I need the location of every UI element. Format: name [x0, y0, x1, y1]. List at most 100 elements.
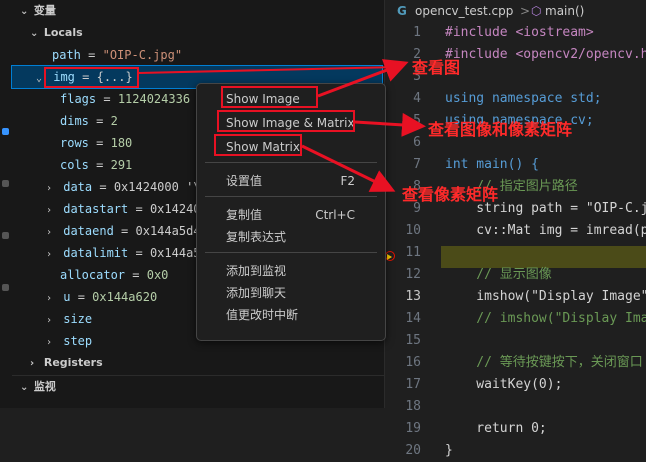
line-number: 5	[413, 113, 421, 128]
highlight-box-show-image-matrix	[217, 110, 355, 132]
variable-equals: =	[128, 202, 150, 216]
chevron-right-icon: ›	[46, 227, 53, 238]
code-line[interactable]: // 显示图像	[445, 264, 552, 286]
watch-title: 监视	[33, 380, 56, 393]
menu-label: 值更改时中断	[226, 308, 299, 322]
variable-equals: =	[92, 180, 114, 194]
variable-name: flags	[60, 92, 97, 106]
chevron-right-icon: ›	[46, 205, 53, 216]
variable-equals: =	[88, 158, 111, 172]
menu-shortcut: F2	[340, 174, 355, 188]
menu-separator	[205, 196, 377, 197]
variable-value: 0x0	[146, 268, 169, 282]
variable-equals: =	[113, 224, 136, 238]
code-line[interactable]: int main() {	[445, 154, 539, 176]
variable-value: 0x144a5d4	[135, 224, 201, 238]
registers-scope[interactable]: › Registers	[12, 352, 402, 374]
line-number: 6	[413, 135, 421, 150]
breadcrumb: G opencv_test.cpp > ⬡ main()	[385, 0, 646, 22]
chevron-right-icon: ›	[46, 337, 53, 348]
code-line[interactable]: return 0;	[445, 418, 546, 440]
variable-value: 0x144a5	[149, 246, 201, 260]
variable-equals: =	[70, 290, 93, 304]
menu-item-copy-expression[interactable]: 复制表达式	[197, 226, 385, 248]
activity-icon-extensions[interactable]	[2, 180, 9, 187]
variable-name: path	[52, 48, 81, 62]
menu-item-add-to-watch[interactable]: 添加到监视	[197, 260, 385, 282]
line-number: 10	[405, 223, 421, 238]
line-number: 14	[405, 311, 421, 326]
menu-separator	[205, 252, 377, 253]
panel-divider	[12, 375, 384, 376]
file-icon: G	[397, 4, 407, 18]
highlight-box-show-image	[221, 86, 318, 108]
chevron-right-icon: ›	[46, 183, 53, 194]
variable-value: 1124024336	[117, 92, 191, 106]
menu-label: 添加到监视	[226, 264, 287, 278]
chevron-down-icon: ⌄	[20, 6, 29, 17]
breadcrumb-symbol[interactable]: main()	[545, 0, 584, 22]
code-line[interactable]: }	[445, 440, 453, 462]
code-line[interactable]: // imshow("Display Ima	[445, 308, 646, 330]
line-number: 18	[405, 399, 421, 414]
code-line[interactable]: using namespace std;	[445, 88, 602, 110]
code-line[interactable]: imshow("Display Image"	[445, 286, 646, 308]
chevron-down-icon: ⌄	[20, 382, 29, 393]
variable-value: 0x14240	[149, 202, 201, 216]
line-number: 19	[405, 421, 421, 436]
menu-item-set-value[interactable]: 设置值 F2	[197, 170, 385, 192]
line-number: 16	[405, 355, 421, 370]
chevron-down-icon: ⌄	[30, 28, 39, 39]
variable-name: rows	[60, 136, 89, 150]
breadcrumb-file[interactable]: opencv_test.cpp	[415, 0, 513, 22]
activity-icon-accounts[interactable]	[2, 232, 9, 239]
code-line[interactable]: #include <opencv2/opencv.h	[445, 44, 646, 66]
menu-shortcut: Ctrl+C	[315, 208, 355, 222]
variable-value: 180	[110, 136, 133, 150]
menu-label: 设置值	[226, 174, 263, 188]
highlight-box-show-matrix	[214, 134, 302, 156]
variable-value: "OIP-C.jpg"	[102, 48, 183, 62]
variable-value: 0x1424000 '\	[113, 180, 201, 194]
line-number: 15	[405, 333, 421, 348]
registers-label: Registers	[43, 356, 103, 369]
menu-label: 复制表达式	[226, 230, 287, 244]
variable-equals: =	[128, 246, 150, 260]
variable-equals: =	[88, 136, 111, 150]
menu-item-break-on-change[interactable]: 值更改时中断	[197, 304, 385, 326]
annotation-view-image-pixels: 查看图像和像素矩阵	[428, 120, 573, 139]
menu-label: 复制值	[226, 208, 263, 222]
annotation-view-image: 查看图	[412, 58, 461, 77]
line-number: 7	[413, 157, 421, 172]
breadcrumb-separator: >	[520, 4, 531, 18]
line-number: 11	[405, 245, 421, 260]
variable-name: size	[63, 312, 93, 326]
line-number: 4	[413, 91, 421, 106]
locals-scope[interactable]: ⌄ Locals	[12, 22, 402, 44]
chevron-right-icon: ›	[46, 315, 53, 326]
activity-icon-settings[interactable]	[2, 284, 9, 291]
variable-name: step	[63, 334, 93, 348]
line-number: 12	[405, 267, 421, 282]
variables-section-header[interactable]: ⌄ 变量	[20, 0, 56, 22]
code-line[interactable]: cv::Mat img = imread(p	[445, 220, 646, 242]
variable-value: 0x144a620	[92, 290, 158, 304]
line-number: 17	[405, 377, 421, 392]
code-line[interactable]: // 等待按键按下，关闭窗口	[445, 352, 643, 374]
activity-icon-debug[interactable]	[2, 128, 9, 135]
code-line[interactable]: waitKey(0);	[445, 374, 562, 396]
line-number: 20	[405, 443, 421, 458]
variable-equals: =	[125, 268, 147, 282]
line-number: 1	[413, 25, 421, 40]
chevron-right-icon: ›	[30, 358, 35, 369]
annotation-view-pixels: 查看像素矩阵	[402, 185, 499, 204]
menu-separator	[205, 162, 377, 163]
variable-name: data	[63, 180, 93, 194]
watch-section-header[interactable]: ⌄ 监视	[20, 376, 56, 398]
variable-name: allocator	[60, 268, 126, 282]
menu-item-copy-value[interactable]: 复制值 Ctrl+C	[197, 204, 385, 226]
variable-value: 2	[110, 114, 118, 128]
variable-row-path[interactable]: path = "OIP-C.jpg"	[12, 44, 424, 66]
menu-item-add-to-chat[interactable]: 添加到聊天	[197, 282, 385, 304]
code-line[interactable]: #include <iostream>	[445, 22, 594, 44]
